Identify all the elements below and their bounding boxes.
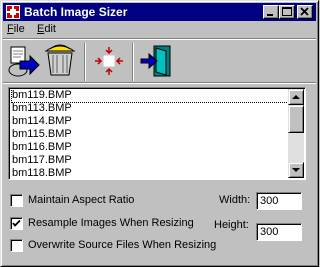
toolbar-separator-1	[84, 43, 86, 81]
list-item[interactable]: bm119.BMP	[11, 88, 289, 103]
add-files-button[interactable]	[6, 43, 42, 79]
menu-file-label: ile	[13, 23, 25, 35]
window-title: Batch Image Sizer	[24, 5, 128, 19]
close-icon	[300, 7, 309, 16]
checkmark-icon	[12, 219, 21, 227]
list-item[interactable]: bm114.BMP	[12, 115, 72, 128]
scroll-down-icon	[292, 168, 300, 172]
exit-button[interactable]	[138, 43, 174, 79]
height-label: Height:	[214, 219, 249, 231]
menu-file[interactable]: File	[7, 23, 25, 35]
list-item[interactable]: bm115.BMP	[12, 128, 72, 141]
width-label: Width:	[219, 194, 251, 206]
menu-edit[interactable]: Edit	[37, 23, 56, 35]
file-list[interactable]: bm119.BMP bm113.BMP bm114.BMP bm115.BMP …	[8, 87, 306, 180]
list-item[interactable]: bm117.BMP	[12, 154, 72, 167]
minimize-button[interactable]	[263, 5, 279, 19]
width-field[interactable]: 300	[256, 192, 302, 210]
menu-separator	[3, 38, 316, 40]
menu-bar: File Edit	[3, 22, 316, 38]
resample-label: Resample Images When Resizing	[28, 217, 194, 229]
scroll-up-button[interactable]	[288, 89, 304, 105]
app-icon	[6, 5, 20, 19]
list-item[interactable]: bm118.BMP	[12, 167, 72, 179]
close-button[interactable]	[297, 5, 313, 19]
toolbar-bottom-separator	[3, 82, 316, 84]
scroll-down-button[interactable]	[288, 162, 304, 178]
resample-checkbox[interactable]	[10, 217, 23, 230]
list-item[interactable]: bm113.BMP	[12, 102, 72, 115]
menu-file-accel: F	[7, 23, 14, 35]
resize-icon	[95, 47, 123, 75]
minimize-icon	[267, 14, 273, 16]
height-field[interactable]: 300	[256, 223, 302, 241]
app-window: Batch Image Sizer File Edit bm119.BMP bm…	[0, 0, 319, 267]
resize-button[interactable]	[91, 43, 127, 79]
toolbar-separator-2	[132, 43, 134, 81]
scroll-up-icon	[292, 95, 300, 99]
title-bar[interactable]: Batch Image Sizer	[3, 3, 316, 21]
overwrite-checkbox[interactable]	[10, 239, 23, 252]
overwrite-label: Overwrite Source Files When Resizing	[28, 239, 217, 251]
clear-list-button[interactable]	[42, 43, 78, 79]
maintain-aspect-checkbox[interactable]	[10, 194, 23, 207]
list-item[interactable]: bm116.BMP	[12, 141, 72, 154]
recycle-bin-icon	[44, 44, 76, 76]
add-files-icon	[8, 46, 40, 77]
menu-edit-label: dit	[44, 23, 56, 35]
scroll-thumb[interactable]	[288, 105, 304, 133]
exit-icon	[140, 45, 171, 77]
maximize-icon	[282, 7, 292, 16]
maximize-button[interactable]	[279, 5, 295, 19]
maintain-aspect-label: Maintain Aspect Ratio	[28, 194, 135, 206]
vertical-scrollbar[interactable]	[288, 89, 304, 178]
